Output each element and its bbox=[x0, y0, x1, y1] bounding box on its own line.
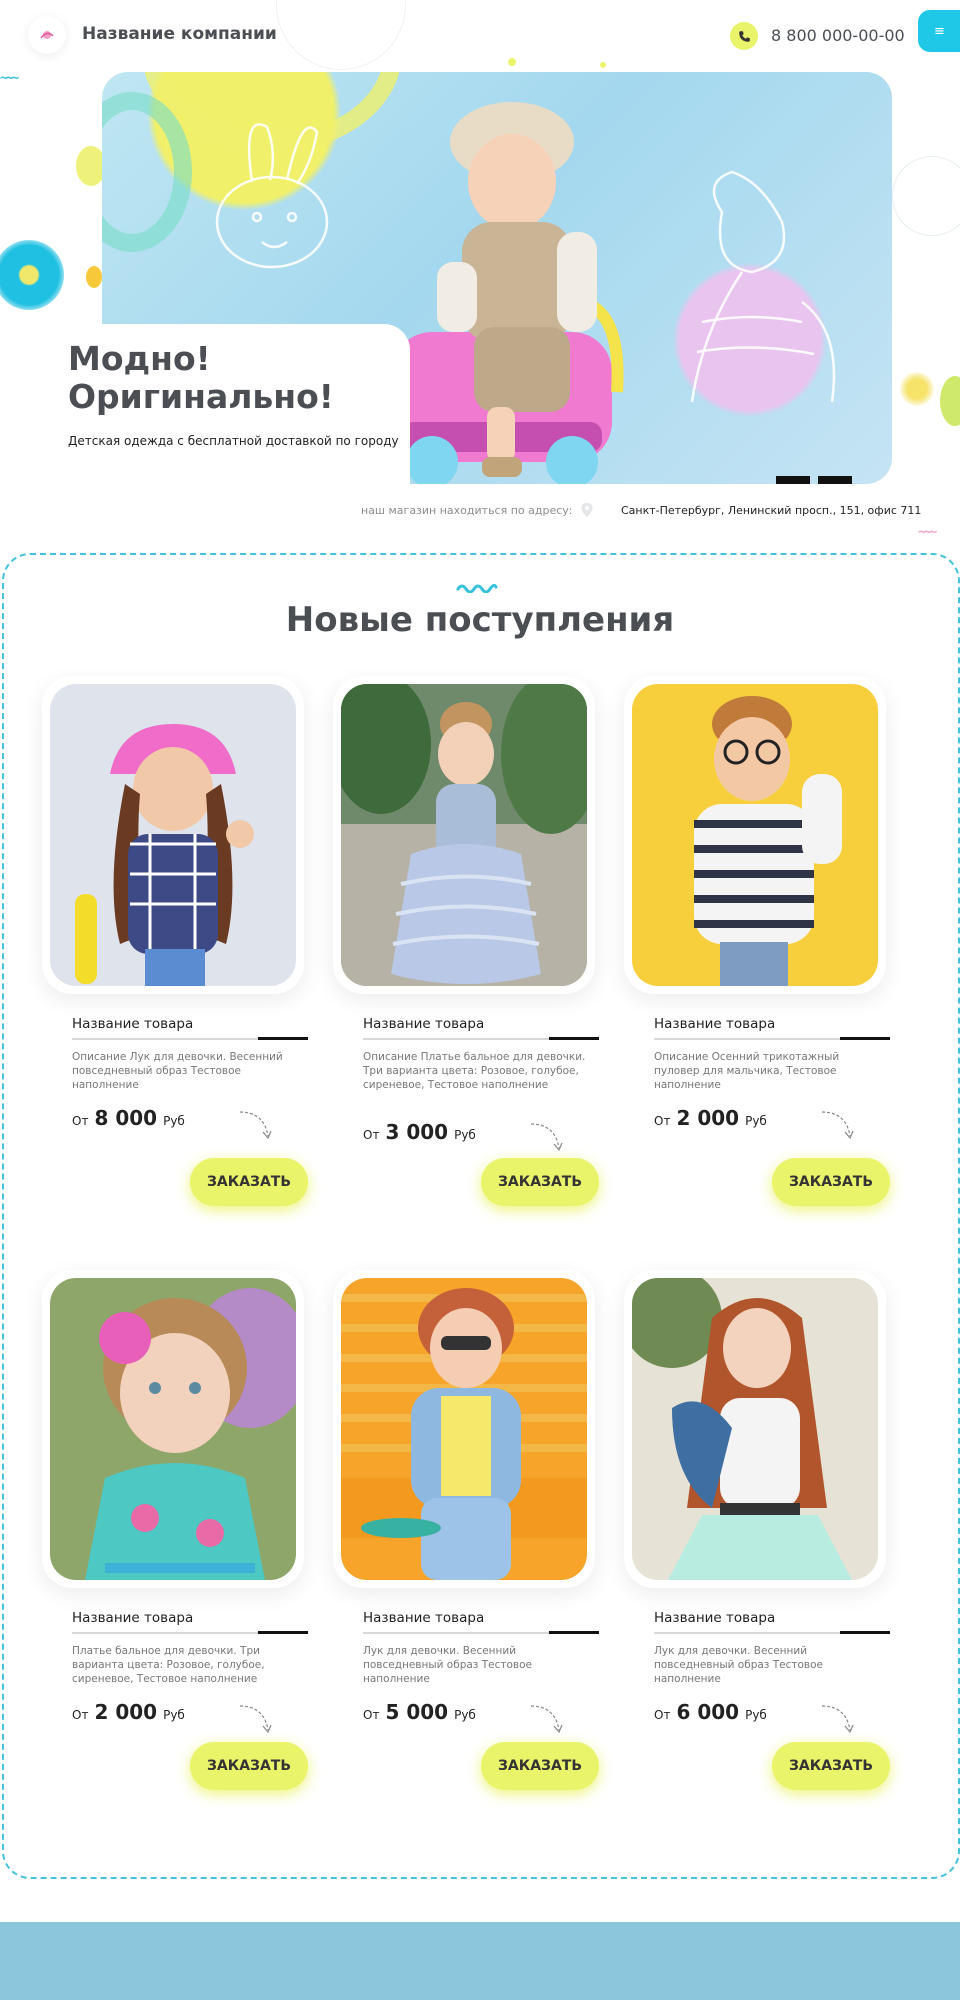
decor-ring-right bbox=[892, 156, 960, 236]
order-button[interactable]: ЗАКАЗАТЬ bbox=[190, 1742, 308, 1790]
decor-bubble-orange bbox=[86, 266, 102, 288]
product-card: Название товара Лук для девочки. Весенни… bbox=[333, 1270, 603, 1810]
price-value: 6 000 bbox=[676, 1700, 740, 1724]
price-prefix: От bbox=[654, 1114, 671, 1128]
hero-slider-dots bbox=[776, 476, 852, 484]
product-description: Описание Лук для девочки. Весенний повсе… bbox=[72, 1051, 283, 1091]
product-card: Название товара Описание Осенний трикота… bbox=[624, 676, 894, 1216]
product-divider-accent bbox=[549, 1631, 599, 1634]
price-value: 2 000 bbox=[94, 1700, 158, 1724]
order-button[interactable]: ЗАКАЗАТЬ bbox=[772, 1742, 890, 1790]
curved-arrow-icon bbox=[239, 1705, 272, 1734]
decor-bubble-right-green bbox=[940, 376, 960, 426]
product-card: Название товара Платье бальное для девоч… bbox=[42, 1270, 312, 1810]
price-currency: Руб bbox=[454, 1128, 476, 1142]
section-wave-icon bbox=[456, 578, 498, 597]
price-prefix: От bbox=[72, 1114, 89, 1128]
product-photo-frame bbox=[42, 1270, 304, 1588]
footer-band bbox=[0, 1922, 960, 2000]
decor-bubble-cyan bbox=[0, 240, 64, 310]
price-value: 2 000 bbox=[676, 1106, 740, 1130]
product-divider-accent bbox=[840, 1037, 890, 1040]
product-name[interactable]: Название товара bbox=[654, 1610, 775, 1626]
price-currency: Руб bbox=[163, 1708, 185, 1722]
price-currency: Руб bbox=[745, 1708, 767, 1722]
site-header: Название компании 8 800 000-00-00 ≡ bbox=[0, 0, 960, 72]
address-label: наш магазин находиться по адресу: bbox=[361, 504, 573, 517]
product-photo[interactable] bbox=[632, 1278, 878, 1580]
hero-title: Модно! Оригинально! bbox=[68, 339, 334, 416]
slider-dot-1[interactable] bbox=[776, 476, 810, 484]
product-photo-frame bbox=[624, 676, 886, 994]
order-button[interactable]: ЗАКАЗАТЬ bbox=[481, 1158, 599, 1206]
product-divider-accent bbox=[549, 1037, 599, 1040]
price-prefix: От bbox=[72, 1708, 89, 1722]
product-name[interactable]: Название товара bbox=[654, 1016, 775, 1032]
product-photo[interactable] bbox=[50, 1278, 296, 1580]
phone-number[interactable]: 8 800 000-00-00 bbox=[771, 26, 905, 45]
phone-icon bbox=[730, 22, 758, 50]
product-photo-frame bbox=[624, 1270, 886, 1588]
product-photo[interactable] bbox=[341, 1278, 587, 1580]
product-price: От 3 000 Руб bbox=[363, 1120, 476, 1144]
price-currency: Руб bbox=[454, 1708, 476, 1722]
decor-bubble-right bbox=[900, 372, 934, 406]
price-prefix: От bbox=[363, 1128, 380, 1142]
product-description: Лук для девочки. Весенний повседневный о… bbox=[363, 1645, 532, 1685]
curved-arrow-icon bbox=[821, 1705, 854, 1734]
price-prefix: От bbox=[363, 1708, 380, 1722]
curved-arrow-icon bbox=[530, 1123, 563, 1152]
curved-arrow-icon bbox=[239, 1111, 272, 1140]
curved-arrow-icon bbox=[530, 1705, 563, 1734]
order-button[interactable]: ЗАКАЗАТЬ bbox=[772, 1158, 890, 1206]
section-title: Новые поступления bbox=[285, 600, 675, 640]
price-currency: Руб bbox=[745, 1114, 767, 1128]
product-divider-accent bbox=[840, 1631, 890, 1634]
product-name[interactable]: Название товара bbox=[363, 1016, 484, 1032]
product-price: От 8 000 Руб bbox=[72, 1106, 185, 1130]
product-name[interactable]: Название товара bbox=[363, 1610, 484, 1626]
store-address: Санкт-Петербург, Ленинский просп., 151, … bbox=[621, 504, 922, 517]
product-card: Название товара Описание Платье бальное … bbox=[333, 676, 603, 1216]
product-name[interactable]: Название товара bbox=[72, 1016, 193, 1032]
product-description: Описание Платье бальное для девочки. Три… bbox=[363, 1051, 586, 1091]
price-prefix: От bbox=[654, 1708, 671, 1722]
product-description: Лук для девочки. Весенний повседневный о… bbox=[654, 1645, 823, 1685]
product-photo-frame bbox=[333, 1270, 595, 1588]
order-button[interactable]: ЗАКАЗАТЬ bbox=[190, 1158, 308, 1206]
slider-dot-2[interactable] bbox=[818, 476, 852, 484]
order-button[interactable]: ЗАКАЗАТЬ bbox=[481, 1742, 599, 1790]
product-price: От 6 000 Руб bbox=[654, 1700, 767, 1724]
product-card: Название товара Лук для девочки. Весенни… bbox=[624, 1270, 894, 1810]
price-currency: Руб bbox=[163, 1114, 185, 1128]
product-description: Платье бальное для девочки. Три варианта… bbox=[72, 1645, 265, 1685]
product-price: От 2 000 Руб bbox=[654, 1106, 767, 1130]
product-card: Название товара Описание Лук для девочки… bbox=[42, 676, 312, 1216]
menu-button[interactable]: ≡ bbox=[918, 10, 960, 52]
product-name[interactable]: Название товара bbox=[72, 1610, 193, 1626]
company-name[interactable]: Название компании bbox=[82, 24, 277, 44]
decor-wave-pink-right: ~~~ bbox=[918, 524, 937, 540]
menu-icon: ≡ bbox=[934, 23, 945, 39]
product-photo[interactable] bbox=[341, 684, 587, 986]
product-photo[interactable] bbox=[50, 684, 296, 986]
product-price: От 2 000 Руб bbox=[72, 1700, 185, 1724]
product-divider-accent bbox=[258, 1037, 308, 1040]
product-price: От 5 000 Руб bbox=[363, 1700, 476, 1724]
decor-wave-cyan: ~~~ bbox=[0, 70, 19, 86]
price-value: 3 000 bbox=[385, 1120, 449, 1144]
price-value: 5 000 bbox=[385, 1700, 449, 1724]
location-pin-icon bbox=[580, 502, 594, 518]
logo-icon[interactable] bbox=[28, 16, 66, 54]
hero-subtitle: Детская одежда с бесплатной доставкой по… bbox=[68, 434, 399, 448]
product-photo-frame bbox=[42, 676, 304, 994]
curved-arrow-icon bbox=[821, 1111, 854, 1140]
product-divider-accent bbox=[258, 1631, 308, 1634]
product-description: Описание Осенний трикотажный пуловер для… bbox=[654, 1051, 840, 1091]
product-photo-frame bbox=[333, 676, 595, 994]
price-value: 8 000 bbox=[94, 1106, 158, 1130]
product-photo[interactable] bbox=[632, 684, 878, 986]
